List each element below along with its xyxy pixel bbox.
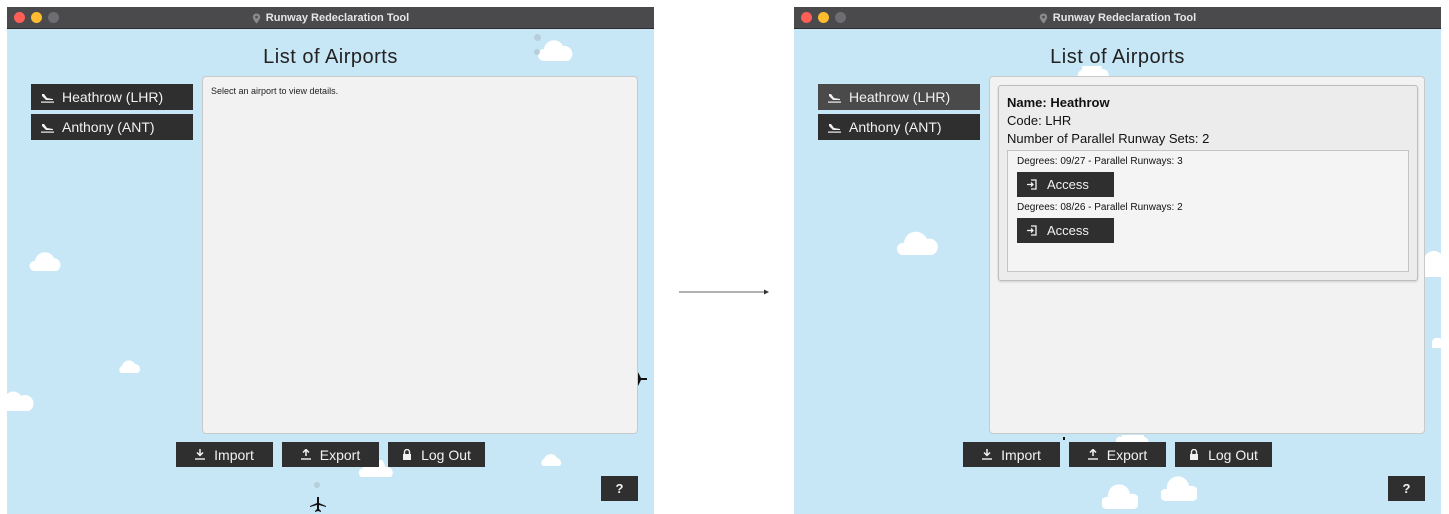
app-window-selected: Runway Redeclaration Tool List of Airpor…	[794, 7, 1441, 514]
cloud-decoration	[1161, 476, 1197, 501]
airport-code: Code: LHR	[1007, 113, 1072, 128]
lock-icon	[403, 449, 412, 460]
cloud-decoration	[1432, 337, 1441, 348]
cloud-decoration	[541, 454, 562, 466]
export-button-label: Export	[319, 446, 361, 463]
cloud-decoration	[7, 391, 34, 411]
runway-set-count: Number of Parallel Runway Sets: 2	[1007, 131, 1210, 146]
upload-icon	[300, 449, 311, 460]
dot-decoration	[1063, 437, 1065, 440]
screenshot-canvas: Runway Redeclaration Tool List of Airpor…	[0, 0, 1449, 514]
window-title: Runway Redeclaration Tool	[1052, 12, 1197, 24]
lock-icon	[1190, 449, 1199, 460]
airport-details-panel: Name: Heathrow Code: LHR Number of Paral…	[989, 76, 1425, 434]
sign-in-icon	[1027, 225, 1037, 236]
dot-decoration	[534, 34, 541, 41]
runway-set-list: Degrees: 09/27 - Parallel Runways: 3 Acc…	[1007, 150, 1409, 272]
app-window-initial: Runway Redeclaration Tool List of Airpor…	[7, 7, 654, 514]
airport-list: Heathrow (LHR) Anthony (ANT)	[31, 84, 193, 140]
transition-arrow	[679, 289, 769, 295]
dot-decoration	[314, 482, 320, 488]
download-icon	[195, 449, 206, 460]
sign-in-icon	[1027, 179, 1037, 190]
details-placeholder-text: Select an airport to view details.	[211, 86, 339, 96]
action-bar: Import Export Log Out	[963, 442, 1272, 467]
import-button[interactable]: Import	[176, 442, 273, 467]
airport-button-anthony[interactable]: Anthony (ANT)	[818, 114, 980, 140]
help-button[interactable]: ?	[1388, 476, 1425, 501]
logout-button[interactable]: Log Out	[1175, 442, 1272, 467]
access-runway-button[interactable]: Access	[1017, 172, 1114, 197]
airport-button-anthony[interactable]: Anthony (ANT)	[31, 114, 193, 140]
action-bar: Import Export Log Out	[176, 442, 485, 467]
sky-background: List of Airports Heathrow (LHR) Anthony …	[7, 30, 654, 514]
import-button-label: Import	[214, 446, 254, 463]
access-button-label: Access	[1047, 177, 1089, 192]
cloud-decoration	[29, 252, 61, 271]
download-icon	[982, 449, 993, 460]
window-title-group: Runway Redeclaration Tool	[7, 7, 654, 29]
plane-landing-icon	[828, 94, 841, 103]
airport-name: Name: Heathrow	[1007, 95, 1110, 110]
page-heading: List of Airports	[1050, 46, 1185, 68]
airport-info-card: Name: Heathrow Code: LHR Number of Paral…	[998, 85, 1418, 281]
map-pin-icon	[1039, 13, 1047, 23]
access-button-label: Access	[1047, 223, 1089, 238]
export-button-label: Export	[1106, 446, 1148, 463]
plane-landing-icon	[41, 94, 54, 103]
access-runway-button[interactable]: Access	[1017, 218, 1114, 243]
airport-button-label: Anthony (ANT)	[62, 119, 155, 135]
logout-button-label: Log Out	[421, 446, 471, 463]
airport-button-label: Heathrow (LHR)	[62, 89, 164, 105]
runway-set-label: Degrees: 08/26 - Parallel Runways: 2	[1017, 202, 1183, 213]
export-button[interactable]: Export	[282, 442, 379, 467]
import-button-label: Import	[1001, 446, 1041, 463]
title-bar: Runway Redeclaration Tool	[794, 7, 1441, 29]
airport-details-panel: Select an airport to view details.	[202, 76, 638, 434]
map-pin-icon	[252, 13, 260, 23]
import-button[interactable]: Import	[963, 442, 1060, 467]
page-heading: List of Airports	[263, 46, 398, 68]
airport-button-label: Anthony (ANT)	[849, 119, 942, 135]
cloud-decoration	[897, 231, 938, 255]
plane-landing-icon	[828, 124, 841, 133]
sky-background: List of Airports Heathrow (LHR) Anthony …	[794, 30, 1441, 514]
logout-button-label: Log Out	[1208, 446, 1258, 463]
title-bar: Runway Redeclaration Tool	[7, 7, 654, 29]
export-button[interactable]: Export	[1069, 442, 1166, 467]
logout-button[interactable]: Log Out	[388, 442, 485, 467]
airport-list: Heathrow (LHR) Anthony (ANT)	[818, 84, 980, 140]
cloud-decoration	[1425, 250, 1441, 277]
window-title: Runway Redeclaration Tool	[265, 12, 410, 24]
airport-button-heathrow[interactable]: Heathrow (LHR)	[818, 84, 980, 110]
plane-landing-icon	[41, 124, 54, 133]
runway-set-label: Degrees: 09/27 - Parallel Runways: 3	[1017, 156, 1183, 167]
cloud-decoration	[119, 360, 140, 373]
airport-button-heathrow[interactable]: Heathrow (LHR)	[31, 84, 193, 110]
upload-icon	[1087, 449, 1098, 460]
help-button[interactable]: ?	[601, 476, 638, 501]
cloud-decoration	[1102, 484, 1138, 509]
window-title-group: Runway Redeclaration Tool	[794, 7, 1441, 29]
airplane-icon	[310, 497, 326, 512]
airport-button-label: Heathrow (LHR)	[849, 89, 951, 105]
